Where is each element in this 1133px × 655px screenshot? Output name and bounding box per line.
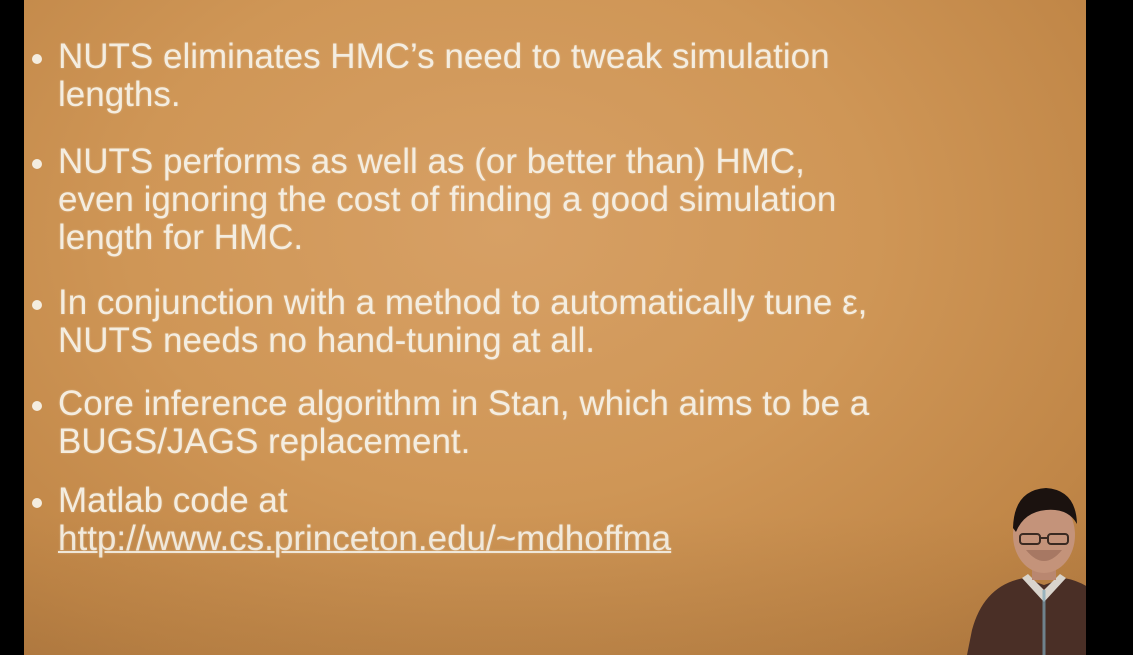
bullet-text: In conjunction with a method to automati… (58, 283, 868, 360)
bullet-dot-icon (32, 54, 42, 64)
bullet-text: NUTS performs as well as (or better than… (58, 142, 837, 257)
bullet-dot-icon (32, 401, 42, 411)
bullet-dot-icon (32, 159, 42, 169)
speaker-figure (967, 488, 1086, 655)
bullet-text: Core inference algorithm in Stan, which … (58, 384, 870, 461)
bullet-label: Matlab code at (58, 481, 288, 520)
bullet-text: Matlab code at http://www.cs.princeton.e… (58, 482, 671, 558)
matlab-code-link[interactable]: http://www.cs.princeton.edu/~mdhoffma (58, 519, 671, 558)
bullet-dot-icon (32, 300, 42, 310)
bullet-text: NUTS eliminates HMC’s need to tweak simu… (58, 37, 830, 114)
slide: NUTS eliminates HMC’s need to tweak simu… (24, 0, 1086, 655)
bullet-dot-icon (32, 498, 42, 508)
